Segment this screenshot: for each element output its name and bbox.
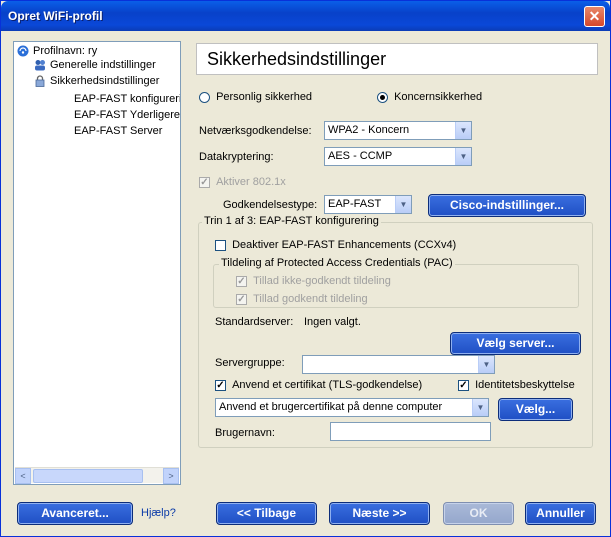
allow-unauth-provisioning-checkbox[interactable]: ✓ Tillad ikke-godkendt tildeling (236, 275, 391, 287)
personal-security-radio[interactable]: Personlig sikkerhed (199, 91, 312, 103)
tree-item-eap-config[interactable]: EAP-FAST konfigurering (74, 93, 181, 105)
allow-unauth-label: Tillad ikke-godkendt tildeling (253, 275, 391, 287)
scroll-thumb[interactable] (33, 469, 143, 483)
tree-item-label: Sikkerhedsindstillinger (50, 75, 160, 87)
server-group-select[interactable]: ▼ (302, 355, 495, 374)
wifi-icon (17, 45, 29, 57)
radio-on-icon (377, 91, 388, 103)
next-button[interactable]: Næste >> (329, 502, 430, 525)
tree-item-profile[interactable]: Profilnavn: ry (17, 45, 97, 57)
tree-item-general[interactable]: Generelle indstillinger (34, 59, 156, 71)
enterprise-security-radio[interactable]: Koncernsikkerhed (377, 91, 482, 103)
encryption-value: AES - CCMP (328, 150, 393, 162)
identity-protection-checkbox[interactable]: ✓ Identitetsbeskyttelse (458, 379, 575, 391)
back-button[interactable]: << Tilbage (216, 502, 317, 525)
username-label: Brugernavn: (215, 427, 275, 439)
choose-certificate-button[interactable]: Vælg... (498, 398, 573, 421)
encryption-select[interactable]: AES - CCMP ▼ (324, 147, 472, 166)
dialog-window: Opret WiFi-profil ✕ Profilnavn: ry Gener… (0, 0, 611, 537)
dropdown-arrow-icon: ▼ (455, 148, 471, 165)
tree-horizontal-scrollbar[interactable]: < > (15, 467, 179, 484)
title-bar: Opret WiFi-profil ✕ (1, 1, 610, 31)
eap-fast-config-group-label: Trin 1 af 3: EAP-FAST konfigurering (202, 215, 381, 227)
enterprise-security-label: Koncernsikkerhed (394, 91, 483, 103)
checkbox-empty-icon (215, 239, 226, 251)
certificate-select[interactable]: Anvend et brugercertifikat på denne comp… (215, 398, 489, 417)
help-link[interactable]: Hjælp? (141, 507, 176, 519)
enable-8021x-label: Aktiver 802.1x (216, 176, 286, 188)
dropdown-arrow-icon: ▼ (478, 356, 494, 373)
certificate-select-value: Anvend et brugercertifikat på denne comp… (219, 401, 443, 413)
lock-icon (34, 75, 46, 87)
default-server-value: Ingen valgt. (304, 316, 361, 328)
tree-item-label: EAP-FAST Yderligere i (74, 109, 181, 121)
checkmark-icon: ✓ (458, 379, 469, 391)
tree-item-label: Generelle indstillinger (50, 59, 156, 71)
tree-item-eap-additional[interactable]: EAP-FAST Yderligere i (74, 109, 181, 121)
tree-item-eap-server[interactable]: EAP-FAST Server (74, 125, 162, 137)
dropdown-arrow-icon: ▼ (395, 196, 411, 213)
checkmark-icon: ✓ (236, 275, 247, 287)
network-auth-value: WPA2 - Koncern (328, 124, 410, 136)
checkmark-icon: ✓ (236, 293, 247, 305)
page-header: Sikkerhedsindstillinger (196, 43, 598, 75)
encryption-label: Datakryptering: (199, 151, 274, 163)
server-group-label: Servergruppe: (215, 357, 285, 369)
advanced-button[interactable]: Avanceret... (17, 502, 133, 525)
use-certificate-label: Anvend et certifikat (TLS-godkendelse) (232, 379, 423, 391)
allow-auth-provisioning-checkbox[interactable]: ✓ Tillad godkendt tildeling (236, 293, 368, 305)
select-server-button[interactable]: Vælg server... (450, 332, 581, 355)
auth-type-value: EAP-FAST (328, 198, 382, 210)
auth-type-label: Godkendelsestype: (223, 199, 318, 211)
ok-button[interactable]: OK (443, 502, 514, 525)
tree-item-label: EAP-FAST konfigurering (74, 93, 181, 105)
tree-item-label: Profilnavn: ry (33, 45, 98, 57)
dropdown-arrow-icon: ▼ (472, 399, 488, 416)
checkmark-icon: ✓ (199, 176, 210, 188)
disable-enhancements-checkbox[interactable]: Deaktiver EAP-FAST Enhancements (CCXv4) (215, 239, 456, 251)
close-button[interactable]: ✕ (584, 6, 605, 27)
tree-item-label: EAP-FAST Server (74, 125, 163, 137)
identity-protection-label: Identitetsbeskyttelse (475, 379, 575, 391)
username-input[interactable] (330, 422, 491, 441)
cisco-settings-button[interactable]: Cisco-indstillinger... (428, 194, 586, 217)
allow-auth-label: Tillad godkendt tildeling (253, 293, 368, 305)
auth-type-select[interactable]: EAP-FAST ▼ (324, 195, 412, 214)
scroll-right-arrow-icon[interactable]: > (163, 468, 179, 484)
page-title: Sikkerhedsindstillinger (207, 49, 387, 69)
scroll-left-arrow-icon[interactable]: < (15, 468, 31, 484)
enable-8021x-checkbox[interactable]: ✓ Aktiver 802.1x (199, 176, 286, 188)
window-title: Opret WiFi-profil (8, 9, 103, 23)
personal-security-label: Personlig sikkerhed (216, 91, 313, 103)
pac-group-label: Tildeling af Protected Access Credential… (219, 257, 455, 269)
network-auth-select[interactable]: WPA2 - Koncern ▼ (324, 121, 472, 140)
profile-tree: Profilnavn: ry Generelle indstillinger S… (13, 41, 181, 485)
cancel-button[interactable]: Annuller (525, 502, 596, 525)
dropdown-arrow-icon: ▼ (455, 122, 471, 139)
users-icon (34, 59, 46, 71)
disable-enhancements-label: Deaktiver EAP-FAST Enhancements (CCXv4) (232, 239, 457, 251)
checkmark-icon: ✓ (215, 379, 226, 391)
tree-item-security[interactable]: Sikkerhedsindstillinger (34, 75, 159, 87)
network-auth-label: Netværksgodkendelse: (199, 125, 312, 137)
radio-off-icon (199, 91, 210, 103)
use-certificate-checkbox[interactable]: ✓ Anvend et certifikat (TLS-godkendelse) (215, 379, 422, 391)
default-server-label: Standardserver: (215, 316, 294, 328)
